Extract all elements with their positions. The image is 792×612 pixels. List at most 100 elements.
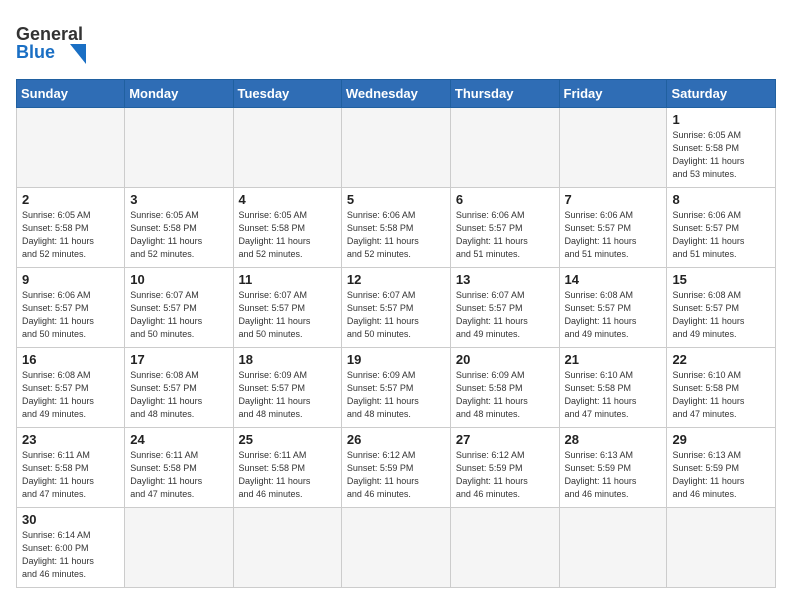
calendar-cell: 12 Sunrise: 6:07 AM Sunset: 5:57 PM Dayli…: [341, 268, 450, 348]
weekday-header-wednesday: Wednesday: [341, 80, 450, 108]
weekday-header-thursday: Thursday: [450, 80, 559, 108]
calendar-cell: 10 Sunrise: 6:07 AM Sunset: 5:57 PM Dayli…: [125, 268, 233, 348]
calendar-table: SundayMondayTuesdayWednesdayThursdayFrid…: [16, 79, 776, 588]
calendar-cell: [341, 108, 450, 188]
day-number: 3: [130, 192, 227, 207]
svg-text:Blue: Blue: [16, 42, 55, 62]
day-info: Sunrise: 6:09 AM Sunset: 5:57 PM Dayligh…: [239, 369, 336, 421]
weekday-header-saturday: Saturday: [667, 80, 776, 108]
day-info: Sunrise: 6:06 AM Sunset: 5:57 PM Dayligh…: [565, 209, 662, 261]
calendar-cell: [450, 108, 559, 188]
day-number: 16: [22, 352, 119, 367]
day-info: Sunrise: 6:06 AM Sunset: 5:58 PM Dayligh…: [347, 209, 445, 261]
day-number: 15: [672, 272, 770, 287]
day-info: Sunrise: 6:08 AM Sunset: 5:57 PM Dayligh…: [130, 369, 227, 421]
day-number: 19: [347, 352, 445, 367]
day-number: 21: [565, 352, 662, 367]
day-number: 1: [672, 112, 770, 127]
calendar-cell: [667, 508, 776, 588]
calendar-cell: 29 Sunrise: 6:13 AM Sunset: 5:59 PM Dayli…: [667, 428, 776, 508]
calendar-cell: 14Sunrise: 6:08 AM Sunset: 5:57 PM Dayli…: [559, 268, 667, 348]
day-number: 6: [456, 192, 554, 207]
day-number: 29: [672, 432, 770, 447]
calendar-cell: 11Sunrise: 6:07 AM Sunset: 5:57 PM Dayli…: [233, 268, 341, 348]
day-number: 12: [347, 272, 445, 287]
svg-text:General: General: [16, 24, 83, 44]
day-info: Sunrise: 6:13 AM Sunset: 5:59 PM Dayligh…: [672, 449, 770, 501]
day-info: Sunrise: 6:07 AM Sunset: 5:57 PM Dayligh…: [347, 289, 445, 341]
calendar-cell: [17, 108, 125, 188]
calendar-cell: 21 Sunrise: 6:10 AM Sunset: 5:58 PM Dayli…: [559, 348, 667, 428]
calendar-week-1: 1Sunrise: 6:05 AM Sunset: 5:58 PM Daylig…: [17, 108, 776, 188]
calendar-cell: 16 Sunrise: 6:08 AM Sunset: 5:57 PM Dayli…: [17, 348, 125, 428]
day-info: Sunrise: 6:11 AM Sunset: 5:58 PM Dayligh…: [239, 449, 336, 501]
day-number: 4: [239, 192, 336, 207]
calendar-cell: 30 Sunrise: 6:14 AM Sunset: 6:00 PM Dayli…: [17, 508, 125, 588]
calendar-week-6: 30 Sunrise: 6:14 AM Sunset: 6:00 PM Dayli…: [17, 508, 776, 588]
calendar-cell: 25Sunrise: 6:11 AM Sunset: 5:58 PM Dayli…: [233, 428, 341, 508]
calendar-cell: 9Sunrise: 6:06 AM Sunset: 5:57 PM Daylig…: [17, 268, 125, 348]
calendar-week-4: 16 Sunrise: 6:08 AM Sunset: 5:57 PM Dayli…: [17, 348, 776, 428]
day-info: Sunrise: 6:09 AM Sunset: 5:57 PM Dayligh…: [347, 369, 445, 421]
day-info: Sunrise: 6:08 AM Sunset: 5:57 PM Dayligh…: [672, 289, 770, 341]
calendar-cell: 27 Sunrise: 6:12 AM Sunset: 5:59 PM Dayli…: [450, 428, 559, 508]
calendar-cell: [559, 508, 667, 588]
calendar-cell: 28Sunrise: 6:13 AM Sunset: 5:59 PM Dayli…: [559, 428, 667, 508]
day-info: Sunrise: 6:11 AM Sunset: 5:58 PM Dayligh…: [22, 449, 119, 501]
day-number: 7: [565, 192, 662, 207]
day-number: 30: [22, 512, 119, 527]
logo: General Blue: [16, 16, 90, 71]
weekday-header-tuesday: Tuesday: [233, 80, 341, 108]
day-number: 18: [239, 352, 336, 367]
day-info: Sunrise: 6:13 AM Sunset: 5:59 PM Dayligh…: [565, 449, 662, 501]
day-number: 5: [347, 192, 445, 207]
calendar-cell: [450, 508, 559, 588]
day-info: Sunrise: 6:12 AM Sunset: 5:59 PM Dayligh…: [456, 449, 554, 501]
calendar-cell: [125, 508, 233, 588]
calendar-cell: 7 Sunrise: 6:06 AM Sunset: 5:57 PM Daylig…: [559, 188, 667, 268]
day-info: Sunrise: 6:05 AM Sunset: 5:58 PM Dayligh…: [239, 209, 336, 261]
calendar-cell: [233, 108, 341, 188]
calendar-cell: 6 Sunrise: 6:06 AM Sunset: 5:57 PM Daylig…: [450, 188, 559, 268]
page-header: General Blue: [16, 16, 776, 71]
day-info: Sunrise: 6:05 AM Sunset: 5:58 PM Dayligh…: [130, 209, 227, 261]
calendar-cell: 13 Sunrise: 6:07 AM Sunset: 5:57 PM Dayli…: [450, 268, 559, 348]
day-number: 22: [672, 352, 770, 367]
calendar-cell: 5 Sunrise: 6:06 AM Sunset: 5:58 PM Daylig…: [341, 188, 450, 268]
day-info: Sunrise: 6:07 AM Sunset: 5:57 PM Dayligh…: [456, 289, 554, 341]
day-info: Sunrise: 6:08 AM Sunset: 5:57 PM Dayligh…: [22, 369, 119, 421]
day-number: 11: [239, 272, 336, 287]
weekday-header-friday: Friday: [559, 80, 667, 108]
calendar-cell: 19 Sunrise: 6:09 AM Sunset: 5:57 PM Dayli…: [341, 348, 450, 428]
calendar-cell: 22 Sunrise: 6:10 AM Sunset: 5:58 PM Dayli…: [667, 348, 776, 428]
day-number: 24: [130, 432, 227, 447]
calendar-cell: 26Sunrise: 6:12 AM Sunset: 5:59 PM Dayli…: [341, 428, 450, 508]
calendar-cell: 15 Sunrise: 6:08 AM Sunset: 5:57 PM Dayli…: [667, 268, 776, 348]
day-number: 10: [130, 272, 227, 287]
weekday-header-sunday: Sunday: [17, 80, 125, 108]
weekday-header-monday: Monday: [125, 80, 233, 108]
day-number: 27: [456, 432, 554, 447]
calendar-header-row: SundayMondayTuesdayWednesdayThursdayFrid…: [17, 80, 776, 108]
calendar-cell: 18 Sunrise: 6:09 AM Sunset: 5:57 PM Dayli…: [233, 348, 341, 428]
day-info: Sunrise: 6:12 AM Sunset: 5:59 PM Dayligh…: [347, 449, 445, 501]
day-number: 23: [22, 432, 119, 447]
day-info: Sunrise: 6:07 AM Sunset: 5:57 PM Dayligh…: [130, 289, 227, 341]
calendar-cell: 2Sunrise: 6:05 AM Sunset: 5:58 PM Daylig…: [17, 188, 125, 268]
day-number: 13: [456, 272, 554, 287]
day-info: Sunrise: 6:10 AM Sunset: 5:58 PM Dayligh…: [672, 369, 770, 421]
logo-icon: General Blue: [16, 16, 86, 71]
calendar-week-5: 23 Sunrise: 6:11 AM Sunset: 5:58 PM Dayli…: [17, 428, 776, 508]
day-number: 20: [456, 352, 554, 367]
day-info: Sunrise: 6:06 AM Sunset: 5:57 PM Dayligh…: [456, 209, 554, 261]
day-info: Sunrise: 6:05 AM Sunset: 5:58 PM Dayligh…: [22, 209, 119, 261]
calendar-cell: 4 Sunrise: 6:05 AM Sunset: 5:58 PM Daylig…: [233, 188, 341, 268]
day-info: Sunrise: 6:14 AM Sunset: 6:00 PM Dayligh…: [22, 529, 119, 581]
day-info: Sunrise: 6:06 AM Sunset: 5:57 PM Dayligh…: [22, 289, 119, 341]
day-number: 8: [672, 192, 770, 207]
day-info: Sunrise: 6:06 AM Sunset: 5:57 PM Dayligh…: [672, 209, 770, 261]
day-info: Sunrise: 6:10 AM Sunset: 5:58 PM Dayligh…: [565, 369, 662, 421]
calendar-cell: [559, 108, 667, 188]
day-number: 14: [565, 272, 662, 287]
calendar-cell: [125, 108, 233, 188]
